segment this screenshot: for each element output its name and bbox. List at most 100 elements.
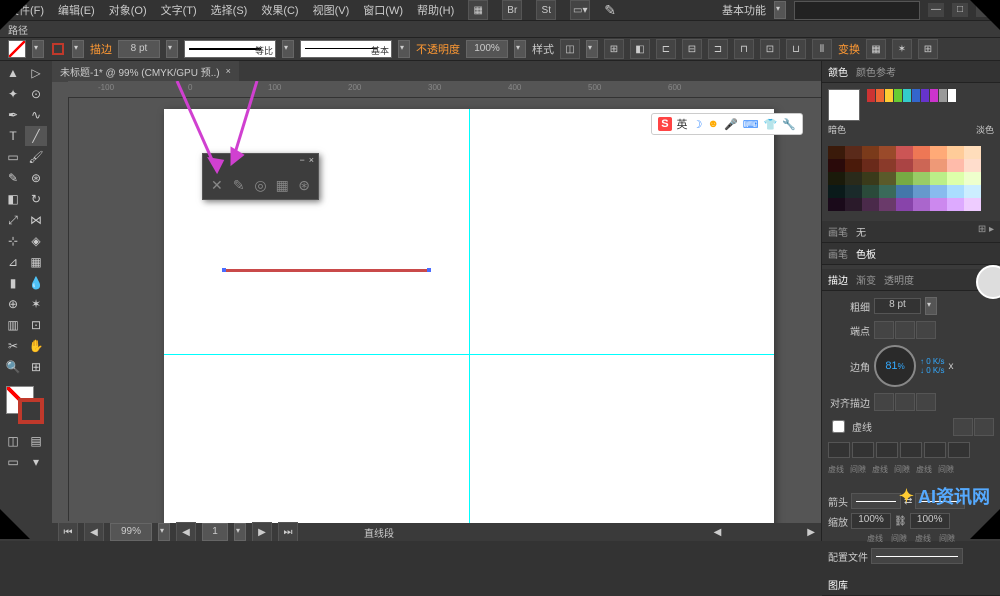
hand-tool[interactable]: ✋ (25, 336, 47, 356)
nav-last[interactable]: ⏭ (278, 522, 298, 541)
st-icon[interactable]: St (536, 0, 556, 20)
rect-tool[interactable]: ▭ (2, 147, 24, 167)
g2[interactable] (900, 442, 922, 458)
layout-icon[interactable]: ▦ (468, 0, 488, 20)
align-in[interactable] (895, 393, 915, 411)
opacity-label[interactable]: 不透明度 (416, 41, 460, 57)
eraser-tool[interactable]: ◧ (2, 189, 24, 209)
prev-artboard[interactable]: ◀ (84, 522, 104, 541)
brush-def[interactable]: 基本 (300, 40, 392, 58)
scale-start[interactable]: 100% (851, 513, 891, 529)
tab-close[interactable]: × (226, 66, 231, 76)
lasso-tool[interactable]: ⊙ (25, 84, 47, 104)
fill-dropdown[interactable] (32, 40, 44, 58)
popup-min[interactable]: − (299, 155, 304, 169)
stroke-dropdown[interactable] (72, 40, 84, 58)
persp-tool[interactable]: ⊿ (2, 252, 24, 272)
zoom-tool[interactable]: 🔍 (2, 357, 24, 377)
style-dd[interactable] (586, 40, 598, 58)
tr1[interactable]: ▦ (866, 39, 886, 59)
br-icon[interactable]: Br (502, 0, 522, 20)
grad-mode[interactable]: ▤ (25, 431, 47, 451)
toggle-tool[interactable]: ⊞ (25, 357, 47, 377)
brush-tool[interactable]: 🖌 (25, 147, 47, 167)
brush-dd[interactable] (398, 40, 410, 58)
nav-next[interactable]: ▶ (252, 522, 272, 541)
workspace-dropdown[interactable] (774, 1, 786, 19)
quick-icon[interactable]: ✎ (604, 2, 616, 19)
d2[interactable] (876, 442, 898, 458)
align-out[interactable] (916, 393, 936, 411)
artboard-tool[interactable]: ⊡ (25, 315, 47, 335)
dashed-check[interactable] (832, 420, 845, 433)
mesh-tool[interactable]: ▦ (25, 252, 47, 272)
style-swatch[interactable]: ◫ (560, 39, 580, 59)
stroke-profile[interactable]: 等比 (184, 40, 276, 58)
arrange-icon[interactable]: ▭▾ (570, 0, 590, 20)
stroke-size[interactable]: 8 pt (118, 40, 160, 58)
page-dd[interactable] (234, 523, 246, 541)
g1[interactable] (852, 442, 874, 458)
zoom-value[interactable]: 99% (110, 523, 152, 541)
blend-tool[interactable]: ⊕ (2, 294, 24, 314)
screen-dd[interactable]: ▾ (25, 452, 47, 472)
ime-bar[interactable]: S 英 ☽ ☻ 🎤 ⌨ 👕 🔧 (651, 113, 803, 135)
menu-text[interactable]: 文字(T) (161, 2, 197, 18)
tab-gradient[interactable]: 渐变 (856, 272, 876, 287)
link-icon[interactable]: ⛓ (894, 516, 907, 527)
guide-vertical[interactable] (469, 109, 470, 539)
tab-transparency[interactable]: 透明度 (884, 272, 914, 287)
screen-mode[interactable]: ▭ (2, 452, 24, 472)
popup-close[interactable]: × (309, 155, 314, 169)
ime-face-icon[interactable]: ☻ (707, 118, 719, 130)
win-max[interactable]: □ (952, 3, 968, 17)
zoom-dd[interactable] (158, 523, 170, 541)
align-l[interactable]: ⊏ (656, 39, 676, 59)
weight-input[interactable]: 8 pt (874, 298, 921, 314)
dist-h[interactable]: ⫴ (812, 39, 832, 59)
cap-round[interactable] (895, 321, 915, 339)
curve-tool[interactable]: ∿ (25, 105, 47, 125)
arrow-start[interactable] (851, 493, 901, 509)
stroke-size-dd[interactable] (166, 40, 178, 58)
fill-stroke-indicator[interactable] (2, 386, 50, 426)
profile-sel[interactable] (871, 548, 963, 564)
stroke-label[interactable]: 描边 (90, 41, 112, 57)
g3[interactable] (948, 442, 970, 458)
rotate-tool[interactable]: ↻ (25, 189, 47, 209)
scale-tool[interactable]: ⤢ (2, 210, 24, 230)
gradient-tool[interactable]: ▮ (2, 273, 24, 293)
stroke-swatch[interactable] (50, 41, 66, 57)
menu-effect[interactable]: 效果(C) (261, 2, 298, 18)
weight-dd[interactable] (925, 297, 937, 315)
tab-brushlib[interactable]: 画笔 (828, 246, 848, 261)
d1[interactable] (828, 442, 850, 458)
search-input[interactable] (794, 1, 920, 20)
color-main-swatch[interactable] (828, 89, 860, 121)
tab-color[interactable]: 颔色 (828, 64, 848, 79)
menu-view[interactable]: 视图(V) (313, 2, 350, 18)
align-m[interactable]: ⊡ (760, 39, 780, 59)
cap-square[interactable] (916, 321, 936, 339)
color-mode[interactable]: ◫ (2, 431, 24, 451)
width-tool[interactable]: ⋈ (25, 210, 47, 230)
ime-skin-icon[interactable]: 👕 (764, 118, 778, 131)
first-artboard[interactable]: ⏮ (58, 522, 78, 541)
align-b[interactable]: ⊔ (786, 39, 806, 59)
ime-mic-icon[interactable]: 🎤 (724, 118, 738, 131)
shape-tool[interactable]: ◈ (25, 231, 47, 251)
eyedrop-tool[interactable]: 💧 (25, 273, 47, 293)
menu-object[interactable]: 对象(O) (109, 2, 147, 18)
profile-dd[interactable] (282, 40, 294, 58)
win-min[interactable]: — (928, 3, 944, 17)
blob-tool[interactable]: ⊛ (25, 168, 47, 188)
type-tool[interactable]: T (2, 126, 24, 146)
tab-library[interactable]: 图库 (828, 577, 848, 592)
tab-swatchlib[interactable]: 色板 (856, 246, 876, 261)
document-tab[interactable]: 未标题-1* @ 99% (CMYK/GPU 预..) × (52, 61, 239, 82)
tab-brush2[interactable]: 画笔 (828, 224, 848, 239)
pen-tool[interactable]: ✒ (2, 105, 24, 125)
stroke-indicator[interactable] (18, 398, 44, 424)
menu-select[interactable]: 选择(S) (211, 2, 248, 18)
align-center[interactable] (874, 393, 894, 411)
